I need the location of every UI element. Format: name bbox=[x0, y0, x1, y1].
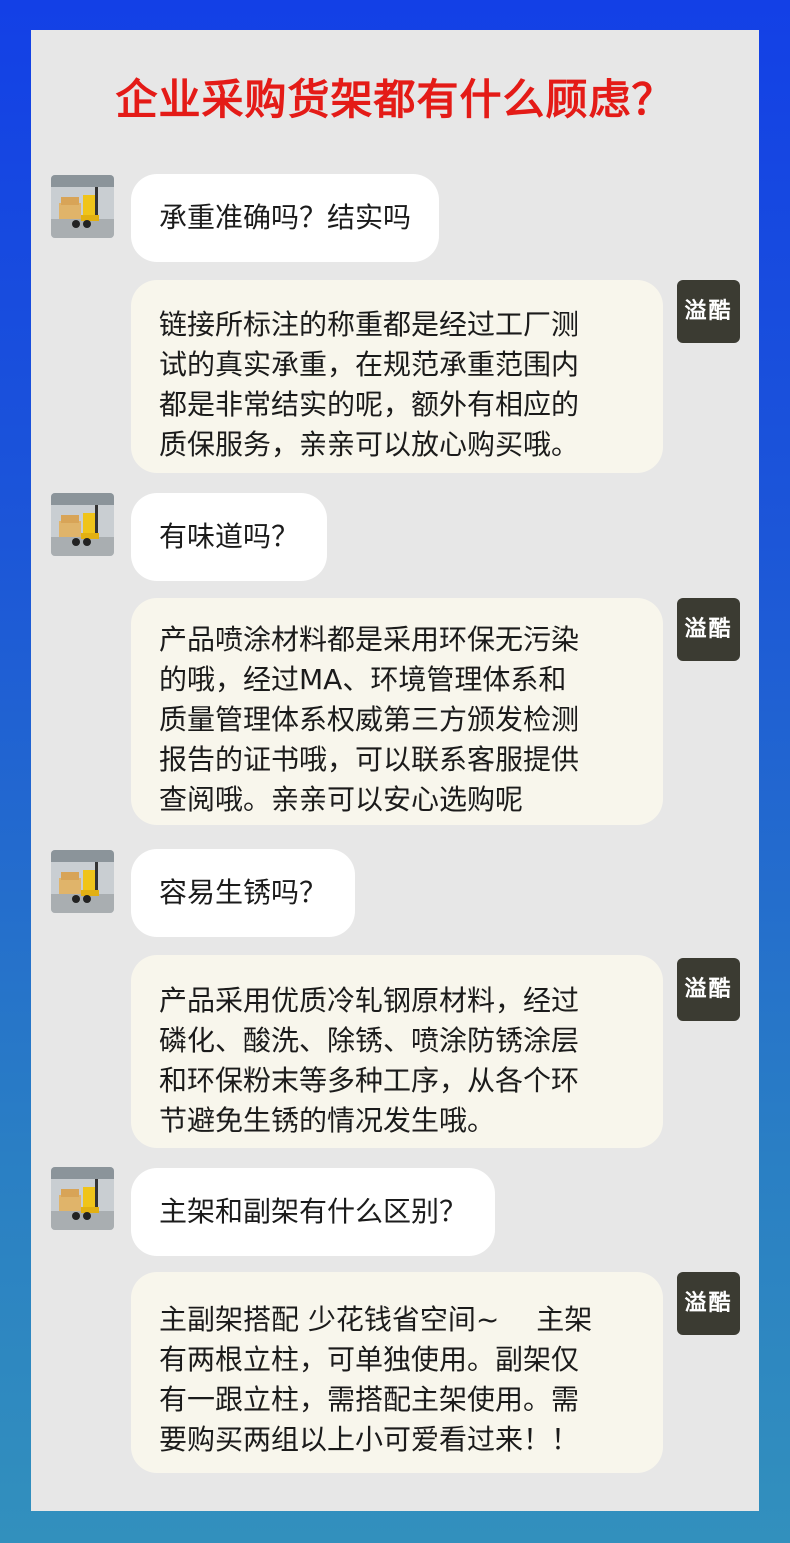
question-text: 承重准确吗？结实吗 bbox=[159, 201, 412, 234]
question-text: 主架和副架有什么区别？ bbox=[159, 1195, 468, 1228]
forklift-icon bbox=[51, 493, 114, 556]
answer-bubble: 主副架搭配 少花钱省空间~ 主架 有两根立柱，可单独使用。副架仅 有一跟立柱，需… bbox=[131, 1272, 663, 1473]
page-title: 企业采购货架都有什么顾虑？ bbox=[115, 75, 675, 124]
answer-line: 要购买两组以上小可爱看过来！！ bbox=[159, 1423, 580, 1456]
question-bubble: 容易生锈吗？ bbox=[131, 849, 356, 937]
answer-line: 磷化、酸洗、除锈、喷涂防锈涂层 bbox=[159, 1024, 580, 1057]
answer-line: 质保服务，亲亲可以放心购买哦。 bbox=[159, 428, 580, 461]
answer-line: 主副架搭配 少花钱省空间~ 主架 bbox=[159, 1303, 593, 1336]
answer-line: 链接所标注的称重都是经过工厂测 bbox=[159, 308, 580, 341]
answer-line: 有一跟立柱，需搭配主架使用。需 bbox=[159, 1383, 580, 1416]
answer-line: 查阅哦。亲亲可以安心选购呢 bbox=[159, 783, 524, 816]
answer-line: 试的真实承重，在规范承重范围内 bbox=[159, 348, 580, 381]
answer-line: 节避免生锈的情况发生哦。 bbox=[159, 1104, 496, 1137]
forklift-icon bbox=[51, 850, 114, 913]
question-text: 有味道吗？ bbox=[159, 520, 300, 553]
brand-badge: 溢酷 bbox=[677, 1272, 740, 1335]
brand-badge: 溢酷 bbox=[677, 598, 740, 661]
forklift-icon bbox=[51, 1167, 114, 1230]
answer-line: 和环保粉末等多种工序，从各个环 bbox=[159, 1064, 580, 1097]
answer-line: 都是非常结实的呢，额外有相应的 bbox=[159, 388, 580, 421]
answer-line: 报告的证书哦，可以联系客服提供 bbox=[159, 743, 580, 776]
forklift-icon bbox=[51, 175, 114, 238]
question-bubble: 有味道吗？ bbox=[131, 493, 328, 581]
answer-line: 的哦，经过MA、环境管理体系和 bbox=[159, 663, 567, 696]
question-bubble: 承重准确吗？结实吗 bbox=[131, 174, 440, 262]
answer-bubble: 产品采用优质冷轧钢原材料，经过 磷化、酸洗、除锈、喷涂防锈涂层 和环保粉末等多种… bbox=[131, 955, 663, 1148]
question-text: 容易生锈吗？ bbox=[159, 876, 328, 909]
question-bubble: 主架和副架有什么区别？ bbox=[131, 1168, 496, 1256]
brand-badge: 溢酷 bbox=[677, 958, 740, 1021]
answer-bubble: 产品喷涂材料都是采用环保无污染 的哦，经过MA、环境管理体系和 质量管理体系权威… bbox=[131, 598, 663, 825]
brand-badge: 溢酷 bbox=[677, 280, 740, 343]
answer-line: 有两根立柱，可单独使用。副架仅 bbox=[159, 1343, 580, 1376]
answer-bubble: 链接所标注的称重都是经过工厂测 试的真实承重，在规范承重范围内 都是非常结实的呢… bbox=[131, 280, 663, 473]
answer-line: 质量管理体系权威第三方颁发检测 bbox=[159, 703, 580, 736]
answer-line: 产品喷涂材料都是采用环保无污染 bbox=[159, 623, 580, 656]
answer-line: 产品采用优质冷轧钢原材料，经过 bbox=[159, 984, 580, 1017]
